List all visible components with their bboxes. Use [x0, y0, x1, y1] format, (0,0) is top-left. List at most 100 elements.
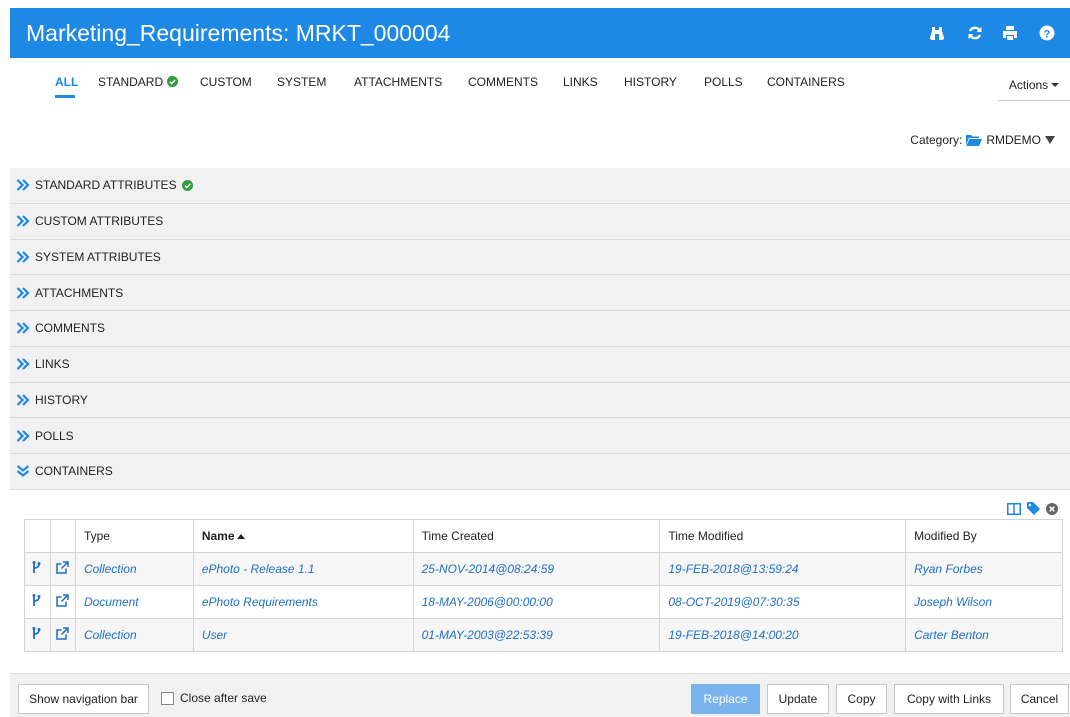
binoculars-icon[interactable]	[927, 23, 947, 43]
sort-ascending-icon	[236, 534, 245, 539]
show-navigation-bar-button[interactable]: Show navigation bar	[18, 684, 149, 714]
cell-time-created[interactable]: 25-NOV-2014@08:24:59	[412, 552, 661, 586]
tab-all[interactable]: ALL	[55, 74, 78, 90]
footer-bar: Show navigation bar Close after save Rep…	[10, 673, 1070, 717]
row-branch-cell[interactable]	[24, 618, 51, 652]
time-created-link[interactable]: 25-NOV-2014@08:24:59	[422, 562, 555, 576]
section-attachments[interactable]: ATTACHMENTS	[10, 275, 1070, 311]
tab-comments[interactable]: COMMENTS	[468, 74, 538, 90]
tab-label: ATTACHMENTS	[354, 75, 443, 89]
cell-time-created[interactable]: 01-MAY-2003@22:53:39	[412, 618, 661, 652]
external-link-icon[interactable]	[56, 561, 70, 574]
close-circle-icon[interactable]	[1046, 502, 1058, 515]
tab-label: COMMENTS	[468, 75, 538, 89]
copy-button[interactable]: Copy	[836, 684, 887, 714]
table-row[interactable]: Collection User 01-MAY-2003@22:53:39 19-FEB…	[24, 618, 1063, 652]
modified-by-link[interactable]: Ryan Forbes	[914, 562, 983, 576]
cell-modified-by[interactable]: Joseph Wilson	[905, 585, 1063, 619]
column-header-modified-by[interactable]: Modified By	[905, 519, 1063, 553]
section-standard-attributes[interactable]: STANDARD ATTRIBUTES	[10, 168, 1070, 204]
cell-time-modified[interactable]: 08-OCT-2019@07:30:35	[659, 585, 907, 619]
section-containers[interactable]: CONTAINERS	[10, 454, 1070, 490]
section-system-attributes[interactable]: SYSTEM ATTRIBUTES	[10, 239, 1070, 276]
type-link[interactable]: Document	[84, 595, 139, 609]
cell-type[interactable]: Document	[74, 585, 194, 619]
cell-modified-by[interactable]: Ryan Forbes	[905, 552, 1063, 586]
triangle-down-icon[interactable]	[1045, 136, 1055, 144]
tab-links[interactable]: LINKS	[563, 74, 598, 90]
tab-attachments[interactable]: ATTACHMENTS	[354, 74, 442, 90]
row-open-cell[interactable]	[49, 618, 76, 652]
print-icon[interactable]	[1000, 23, 1020, 43]
tab-standard[interactable]: STANDARD	[98, 74, 179, 90]
copy-with-links-button[interactable]: Copy with Links	[894, 684, 1004, 714]
column-header-name[interactable]: Name	[192, 519, 414, 553]
time-modified-link[interactable]: 19-FEB-2018@13:59:24	[668, 562, 798, 576]
help-icon[interactable]: ?	[1037, 23, 1057, 43]
time-modified-link[interactable]: 08-OCT-2019@07:30:35	[668, 595, 799, 609]
cell-time-modified[interactable]: 19-FEB-2018@14:00:20	[659, 618, 907, 652]
tab-polls[interactable]: POLLS	[704, 74, 743, 90]
time-created-link[interactable]: 18-MAY-2006@00:00:00	[422, 595, 553, 609]
tab-history[interactable]: HISTORY	[624, 74, 677, 90]
section-history[interactable]: HISTORY	[10, 382, 1070, 419]
table-row[interactable]: Document ePhoto Requirements 18-MAY-2006@0…	[24, 585, 1063, 619]
actions-label: Actions	[1008, 78, 1049, 92]
row-branch-cell[interactable]	[24, 585, 51, 619]
table-header-row: Type Name Time Created Time Modified Mod…	[24, 519, 1063, 553]
tag-icon[interactable]	[1027, 502, 1040, 515]
cell-type[interactable]: Collection	[74, 552, 194, 586]
section-comments[interactable]: COMMENTS	[10, 311, 1070, 347]
chevron-double-right-icon	[16, 286, 30, 299]
cell-name[interactable]: User	[192, 618, 414, 652]
branch-icon[interactable]	[31, 561, 43, 574]
external-link-icon[interactable]	[56, 627, 70, 640]
tab-custom[interactable]: CUSTOM	[200, 74, 252, 90]
update-button[interactable]: Update	[767, 684, 829, 714]
attribute-sections: STANDARD ATTRIBUTES CUSTOM ATTRIBUTES SYST…	[10, 168, 1070, 490]
tab-containers[interactable]: CONTAINERS	[767, 74, 845, 90]
columns-icon[interactable]	[1007, 502, 1021, 515]
title-bar: Marketing_Requirements: MRKT_000004 ?	[10, 8, 1070, 58]
header-blank	[49, 519, 76, 553]
tab-system[interactable]: SYSTEM	[277, 74, 326, 90]
refresh-icon[interactable]	[965, 23, 985, 43]
cell-modified-by[interactable]: Carter Benton	[905, 618, 1063, 652]
cell-name[interactable]: ePhoto - Release 1.1	[192, 552, 414, 586]
row-open-cell[interactable]	[49, 552, 76, 586]
row-open-cell[interactable]	[49, 585, 76, 619]
cell-time-modified[interactable]: 19-FEB-2018@13:59:24	[659, 552, 907, 586]
column-header-time-modified[interactable]: Time Modified	[659, 519, 907, 553]
type-link[interactable]: Collection	[84, 628, 137, 642]
section-title: POLLS	[35, 428, 74, 443]
branch-icon[interactable]	[31, 594, 43, 607]
cell-time-created[interactable]: 18-MAY-2006@00:00:00	[412, 585, 661, 619]
section-links[interactable]: LINKS	[10, 346, 1070, 383]
tab-label: CUSTOM	[200, 75, 252, 89]
replace-button[interactable]: Replace	[691, 684, 760, 714]
chevron-double-right-icon	[16, 429, 30, 442]
time-modified-link[interactable]: 19-FEB-2018@14:00:20	[668, 628, 798, 642]
actions-menu-button[interactable]: Actions	[998, 69, 1070, 101]
modified-by-link[interactable]: Joseph Wilson	[914, 595, 992, 609]
modified-by-link[interactable]: Carter Benton	[914, 628, 989, 642]
section-polls[interactable]: POLLS	[10, 418, 1070, 454]
section-custom-attributes[interactable]: CUSTOM ATTRIBUTES	[10, 203, 1070, 240]
time-created-link[interactable]: 01-MAY-2003@22:53:39	[422, 628, 553, 642]
external-link-icon[interactable]	[56, 594, 70, 607]
cell-type[interactable]: Collection	[74, 618, 194, 652]
row-branch-cell[interactable]	[24, 552, 51, 586]
column-header-time-created[interactable]: Time Created	[412, 519, 661, 553]
cancel-button[interactable]: Cancel	[1010, 684, 1069, 714]
table-row[interactable]: Collection ePhoto - Release 1.1 25-NOV-201…	[24, 552, 1063, 586]
close-after-save-option[interactable]: Close after save	[161, 691, 267, 705]
name-link[interactable]: ePhoto Requirements	[202, 595, 318, 609]
branch-icon[interactable]	[31, 627, 43, 640]
cell-name[interactable]: ePhoto Requirements	[192, 585, 414, 619]
name-link[interactable]: User	[202, 628, 227, 642]
close-after-save-checkbox[interactable]	[161, 691, 174, 705]
type-link[interactable]: Collection	[84, 562, 137, 576]
column-header-type[interactable]: Type	[74, 519, 194, 553]
name-link[interactable]: ePhoto - Release 1.1	[202, 562, 315, 576]
category-selector[interactable]: Category: RMDEMO	[910, 133, 1055, 147]
